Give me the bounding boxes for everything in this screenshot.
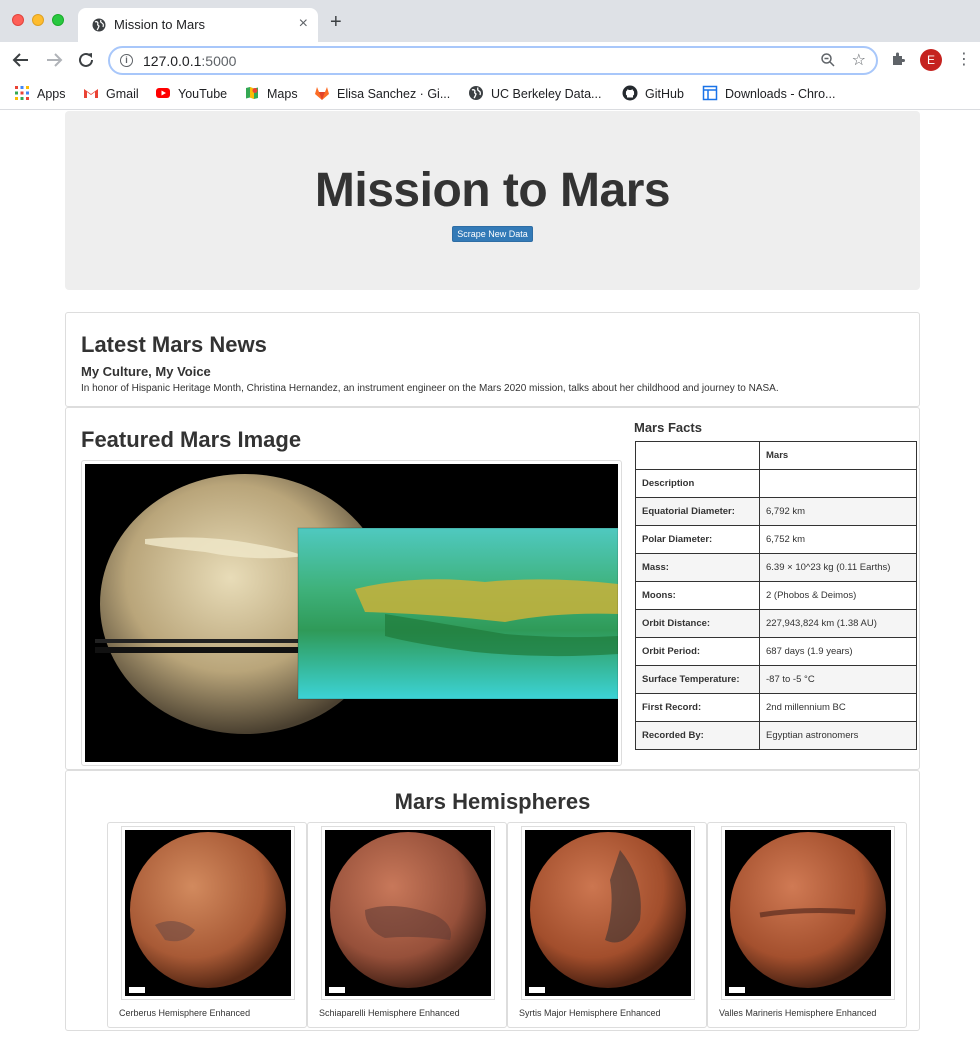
bookmark-github[interactable]: GitHub [622, 84, 684, 104]
gmail-icon [84, 89, 98, 98]
table-row: Equatorial Diameter: 6,792 km [635, 497, 917, 526]
table-cell: Polar Diameter: [635, 525, 760, 554]
hemisphere-title[interactable]: Syrtis Major Hemisphere Enhanced [519, 1008, 661, 1018]
page-icon [702, 85, 718, 101]
table-row: Orbit Distance: 227,943,824 km (1.38 AU) [635, 609, 917, 638]
extensions-puzzle-icon[interactable] [890, 51, 906, 71]
featured-image [81, 460, 622, 766]
hemisphere-image [521, 826, 695, 1000]
table-header-row: Mars [635, 441, 917, 470]
table-cell: Egyptian astronomers [759, 721, 917, 750]
table-cell: Recorded By: [635, 721, 760, 750]
table-row: Moons: 2 (Phobos & Deimos) [635, 581, 917, 610]
minimize-window-button[interactable] [32, 14, 44, 26]
menu-dots-icon[interactable]: ⋮ [956, 48, 972, 72]
table-row: Surface Temperature: -87 to -5 °C [635, 665, 917, 694]
globe-icon [92, 18, 106, 32]
bookmark-star-icon[interactable]: ☆ [852, 50, 866, 70]
table-cell: First Record: [635, 693, 760, 722]
bookmark-gmail[interactable]: Gmail [83, 84, 139, 104]
latest-news-panel: Latest Mars News My Culture, My Voice In… [65, 312, 920, 407]
hemispheres-panel: Mars Hemispheres Cerberus Hemisphere Enh… [65, 770, 920, 1031]
hemisphere-title[interactable]: Schiaparelli Hemisphere Enhanced [319, 1008, 460, 1018]
scrape-new-data-button[interactable]: Scrape New Data [452, 226, 533, 242]
bookmark-apps[interactable]: Apps [14, 84, 66, 104]
featured-heading: Featured Mars Image [81, 427, 302, 452]
table-cell: 6,792 km [759, 497, 917, 526]
jumbotron: Mission to Mars [65, 111, 920, 290]
hemisphere-card[interactable]: Valles Marineris Hemisphere Enhanced [707, 822, 907, 1028]
bookmarks-bar: Apps Gmail YouTube Maps Elisa Sanchez · … [0, 78, 980, 110]
hemisphere-card[interactable]: Schiaparelli Hemisphere Enhanced [307, 822, 507, 1028]
table-cell: Surface Temperature: [635, 665, 760, 694]
tab-title: Mission to Mars [114, 17, 206, 32]
profile-avatar[interactable]: E [920, 49, 942, 71]
table-header-cell [635, 441, 760, 470]
news-heading: Latest Mars News [81, 332, 267, 357]
gitlab-icon [315, 87, 329, 100]
facts-heading: Mars Facts [634, 420, 702, 435]
site-info-icon[interactable]: i [120, 54, 133, 67]
apps-grid-icon [15, 86, 29, 100]
table-cell: Orbit Distance: [635, 609, 760, 638]
new-tab-button[interactable]: + [330, 11, 342, 33]
table-cell: -87 to -5 °C [759, 665, 917, 694]
hemisphere-title[interactable]: Valles Marineris Hemisphere Enhanced [719, 1008, 876, 1018]
zoom-icon[interactable] [820, 52, 836, 71]
hemisphere-card[interactable]: Cerberus Hemisphere Enhanced [107, 822, 307, 1028]
bookmark-youtube[interactable]: YouTube [155, 84, 227, 104]
bookmark-maps[interactable]: Maps [244, 84, 298, 104]
table-row: Description [635, 469, 917, 498]
news-paragraph: In honor of Hispanic Heritage Month, Chr… [81, 383, 779, 394]
browser-titlebar: Mission to Mars × + [0, 0, 980, 42]
close-window-button[interactable] [12, 14, 24, 26]
youtube-icon [156, 88, 170, 98]
mars-facts-table: Mars Description Equatorial Diameter: 6,7… [635, 441, 917, 750]
maximize-window-button[interactable] [52, 14, 64, 26]
bookmark-downloads[interactable]: Downloads - Chro... [702, 84, 835, 104]
table-row: Orbit Period: 687 days (1.9 years) [635, 637, 917, 666]
featured-panel: Featured Mars Image Mars Facts Mars Desc… [65, 407, 920, 770]
hemisphere-image [721, 826, 895, 1000]
table-row: Mass: 6.39 × 10^23 kg (0.11 Earths) [635, 553, 917, 582]
table-cell [759, 469, 917, 498]
bookmark-uc-berkeley[interactable]: UC Berkeley Data... [468, 84, 601, 104]
table-cell: 687 days (1.9 years) [759, 637, 917, 666]
news-title: My Culture, My Voice [81, 364, 211, 379]
github-icon [622, 85, 638, 101]
hemispheres-heading: Mars Hemispheres [394, 789, 591, 814]
table-cell: Description [635, 469, 760, 498]
table-cell: 227,943,824 km (1.38 AU) [759, 609, 917, 638]
url-text: 127.0.0.1:5000 [143, 53, 237, 69]
browser-tab[interactable]: Mission to Mars × [78, 8, 318, 42]
globe-icon [469, 86, 483, 100]
table-cell: Equatorial Diameter: [635, 497, 760, 526]
bookmark-gitlab[interactable]: Elisa Sanchez · Gi... [314, 84, 450, 104]
table-row: Recorded By: Egyptian astronomers [635, 721, 917, 750]
table-header-cell: Mars [759, 441, 917, 470]
tab-close-icon[interactable]: × [299, 15, 308, 33]
hemisphere-title[interactable]: Cerberus Hemisphere Enhanced [119, 1008, 250, 1018]
table-cell: 6,752 km [759, 525, 917, 554]
hemisphere-image [121, 826, 295, 1000]
forward-arrow-icon[interactable] [42, 48, 66, 72]
hemisphere-image [321, 826, 495, 1000]
hemisphere-card[interactable]: Syrtis Major Hemisphere Enhanced [507, 822, 707, 1028]
maps-icon [246, 87, 258, 99]
table-cell: 2 (Phobos & Deimos) [759, 581, 917, 610]
table-cell: 6.39 × 10^23 kg (0.11 Earths) [759, 553, 917, 582]
table-row: Polar Diameter: 6,752 km [635, 525, 917, 554]
browser-toolbar: i 127.0.0.1:5000 ☆ E ⋮ [0, 42, 980, 78]
back-arrow-icon[interactable] [9, 48, 33, 72]
address-bar[interactable]: i 127.0.0.1:5000 ☆ [108, 46, 878, 75]
page-title: Mission to Mars [314, 164, 671, 217]
reload-icon[interactable] [74, 48, 98, 72]
table-row: First Record: 2nd millennium BC [635, 693, 917, 722]
table-cell: Orbit Period: [635, 637, 760, 666]
table-cell: 2nd millennium BC [759, 693, 917, 722]
table-cell: Mass: [635, 553, 760, 582]
table-cell: Moons: [635, 581, 760, 610]
